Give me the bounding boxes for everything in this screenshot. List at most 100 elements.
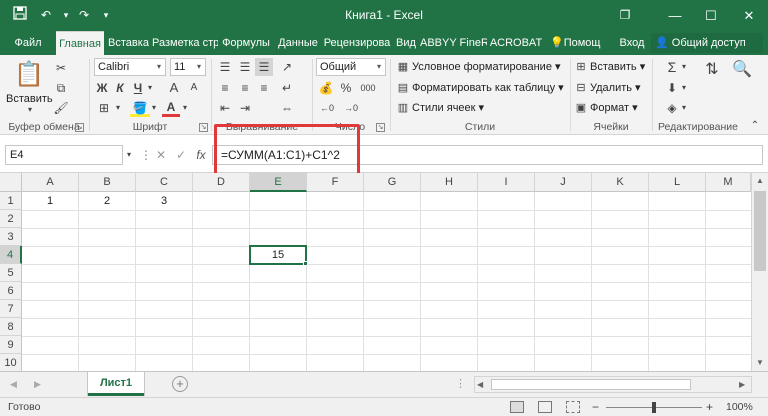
- row-header-4[interactable]: 4: [0, 246, 22, 264]
- name-box-dropdown-icon[interactable]: ▾: [124, 146, 134, 164]
- column-header-g[interactable]: G: [364, 173, 421, 192]
- column-header-l[interactable]: L: [649, 173, 706, 192]
- zoom-out-button[interactable]: −: [592, 398, 602, 416]
- fill-handle[interactable]: [303, 261, 308, 266]
- font-color-dropdown-icon[interactable]: ▾: [181, 99, 189, 117]
- delete-cells-button[interactable]: Удалить ▾: [590, 80, 641, 96]
- zoom-slider-thumb[interactable]: [652, 402, 656, 413]
- font-color-button[interactable]: A: [162, 99, 180, 117]
- decrease-indent-icon[interactable]: ⇤: [216, 99, 234, 117]
- find-select-icon[interactable]: 🔍: [730, 61, 754, 79]
- collapse-ribbon-icon[interactable]: ⌃: [748, 117, 762, 135]
- merge-cells-icon[interactable]: ⇔: [278, 99, 296, 117]
- zoom-in-button[interactable]: +: [706, 398, 716, 416]
- column-header-i[interactable]: I: [478, 173, 535, 192]
- format-cells-button[interactable]: Формат ▾: [590, 100, 638, 116]
- cell-styles-button[interactable]: Стили ячеек ▾: [412, 100, 484, 116]
- column-header-h[interactable]: H: [421, 173, 478, 192]
- page-layout-view-icon[interactable]: [538, 401, 552, 413]
- scroll-down-icon[interactable]: ▼: [752, 355, 768, 371]
- name-box[interactable]: E4: [5, 145, 123, 165]
- font-size-combo[interactable]: 11 ▾: [170, 58, 206, 76]
- paste-icon[interactable]: 📋: [14, 59, 44, 91]
- underline-dropdown-icon[interactable]: ▾: [146, 79, 154, 97]
- tab-insert[interactable]: Вставка: [106, 31, 151, 55]
- vertical-scroll-thumb[interactable]: [754, 191, 766, 271]
- increase-decimal-icon[interactable]: ←0: [316, 99, 338, 117]
- scroll-right-icon[interactable]: ▶: [739, 377, 751, 392]
- align-center-icon[interactable]: ≡: [236, 79, 254, 97]
- confirm-entry-button[interactable]: ✓: [172, 146, 190, 164]
- cell-b1[interactable]: 2: [79, 192, 135, 210]
- tab-review[interactable]: Рецензирова: [323, 31, 391, 55]
- wrap-text-icon[interactable]: ↵: [278, 79, 296, 97]
- sheet-tab-list1[interactable]: Лист1: [88, 372, 144, 396]
- insert-cells-button[interactable]: Вставить ▾: [590, 59, 645, 75]
- tab-sign-in[interactable]: Вход: [614, 31, 650, 55]
- column-header-f[interactable]: F: [307, 173, 364, 192]
- clipboard-launcher-icon[interactable]: ↘: [75, 123, 84, 132]
- format-as-table-button[interactable]: Форматировать как таблицу ▾: [412, 80, 564, 96]
- row-header-5[interactable]: 5: [0, 264, 22, 282]
- vertical-scrollbar[interactable]: ▲ ▼: [751, 173, 768, 371]
- maximize-button[interactable]: ☐: [694, 0, 728, 31]
- orientation-icon[interactable]: ↗: [278, 58, 296, 76]
- align-left-icon[interactable]: ≡: [216, 79, 234, 97]
- copy-icon[interactable]: ⧉: [52, 79, 70, 97]
- conditional-formatting-button[interactable]: Условное форматирование ▾: [412, 59, 561, 75]
- tab-data[interactable]: Данные: [274, 31, 322, 55]
- column-header-j[interactable]: J: [535, 173, 592, 192]
- decrease-decimal-icon[interactable]: →0: [340, 99, 362, 117]
- cancel-entry-button[interactable]: ✕: [152, 146, 170, 164]
- add-sheet-button[interactable]: +: [172, 376, 188, 392]
- tab-acrobat[interactable]: ACROBAT: [488, 31, 544, 55]
- align-right-icon[interactable]: ≡: [255, 79, 273, 97]
- fill-icon[interactable]: ⬇: [664, 79, 680, 97]
- font-shrink-button[interactable]: A: [185, 79, 203, 97]
- tab-home[interactable]: Главная: [56, 31, 104, 55]
- sort-filter-icon[interactable]: ⇅: [700, 61, 724, 79]
- column-header-k[interactable]: K: [592, 173, 649, 192]
- minimize-button[interactable]: —: [658, 0, 692, 31]
- column-header-e[interactable]: E: [250, 173, 307, 192]
- font-grow-button[interactable]: A: [165, 79, 183, 97]
- thousands-separator-button[interactable]: 000: [356, 79, 380, 97]
- column-header-a[interactable]: A: [22, 173, 79, 192]
- clear-icon[interactable]: ◈: [664, 99, 680, 117]
- row-header-10[interactable]: 10: [0, 354, 22, 371]
- fill-color-dropdown-icon[interactable]: ▾: [150, 99, 158, 117]
- tab-page-layout[interactable]: Разметка стр: [152, 31, 218, 55]
- underline-button[interactable]: Ч: [130, 79, 146, 97]
- row-header-3[interactable]: 3: [0, 228, 22, 246]
- cell-c1[interactable]: 3: [136, 192, 192, 210]
- italic-button[interactable]: К: [112, 79, 128, 97]
- paste-dropdown-icon[interactable]: ▾: [24, 105, 36, 115]
- cell-a1[interactable]: 1: [22, 192, 78, 210]
- increase-indent-icon[interactable]: ⇥: [236, 99, 254, 117]
- column-header-m[interactable]: M: [706, 173, 751, 192]
- select-all-corner[interactable]: [0, 173, 22, 192]
- borders-dropdown-icon[interactable]: ▾: [114, 99, 122, 117]
- borders-icon[interactable]: ⊞: [94, 99, 114, 117]
- tab-abbyy[interactable]: ABBYY FineR: [420, 31, 487, 55]
- row-header-2[interactable]: 2: [0, 210, 22, 228]
- fill-dropdown-icon[interactable]: ▾: [680, 79, 688, 97]
- number-format-combo[interactable]: Общий ▾: [316, 58, 386, 76]
- sheet-nav-next-icon[interactable]: ▶: [34, 376, 48, 392]
- percent-button[interactable]: %: [338, 79, 354, 97]
- scroll-up-icon[interactable]: ▲: [752, 173, 768, 189]
- worksheet-grid[interactable]: A B C D E F G H I J K L M 1 2 3 4 5 6 7 …: [0, 173, 768, 371]
- autosum-dropdown-icon[interactable]: ▾: [680, 58, 688, 76]
- autosum-icon[interactable]: Σ: [664, 58, 680, 76]
- align-bottom-icon[interactable]: ☰: [255, 58, 273, 76]
- align-middle-icon[interactable]: ☰: [236, 58, 254, 76]
- row-header-8[interactable]: 8: [0, 318, 22, 336]
- tab-file[interactable]: Файл: [6, 31, 50, 55]
- align-top-icon[interactable]: ☰: [216, 58, 234, 76]
- hscroll-splitter-icon[interactable]: ⋮: [455, 376, 466, 392]
- close-button[interactable]: ✕: [732, 0, 766, 31]
- ribbon-display-icon[interactable]: ❐: [608, 0, 642, 31]
- page-break-view-icon[interactable]: [566, 401, 580, 413]
- cut-icon[interactable]: ✂: [52, 59, 70, 77]
- normal-view-icon[interactable]: [510, 401, 524, 413]
